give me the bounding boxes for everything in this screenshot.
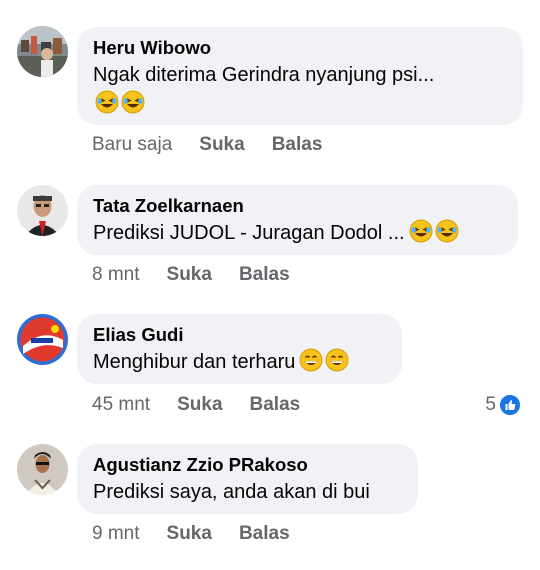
like-button[interactable]: Suka xyxy=(177,394,222,416)
comment-actions: Baru saja Suka Balas xyxy=(92,134,349,156)
comment-bubble: Elias Gudi Menghibur dan terharu xyxy=(77,314,402,384)
comment-text: Prediksi JUDOL - Juragan Dodol ... xyxy=(93,222,405,244)
comment-text: Prediksi saya, anda akan di bui xyxy=(93,481,370,503)
avatar[interactable] xyxy=(17,444,68,495)
comment-actions: 8 mnt Suka Balas xyxy=(92,264,317,286)
like-button[interactable]: Suka xyxy=(167,523,212,545)
reaction-summary[interactable]: 5 xyxy=(485,393,522,417)
grinning-emoji xyxy=(325,348,349,381)
reply-button[interactable]: Balas xyxy=(250,394,301,416)
comment-timestamp[interactable]: Baru saja xyxy=(92,134,172,156)
reply-button[interactable]: Balas xyxy=(239,264,290,286)
comment-timestamp[interactable]: 8 mnt xyxy=(92,264,140,286)
like-icon xyxy=(498,393,522,417)
comment-bubble: Agustianz Zzio PRakoso Prediksi saya, an… xyxy=(77,444,418,514)
comment-timestamp[interactable]: 9 mnt xyxy=(92,523,140,545)
comment-author[interactable]: Tata Zoelkarnaen xyxy=(93,194,502,218)
comment-bubble: Tata Zoelkarnaen Prediksi JUDOL - Juraga… xyxy=(77,185,518,255)
comment-text-row: Menghibur dan terharu xyxy=(93,347,386,381)
avatar[interactable] xyxy=(17,314,68,365)
comment-author[interactable]: Elias Gudi xyxy=(93,323,386,347)
like-button[interactable]: Suka xyxy=(199,134,244,156)
reply-button[interactable]: Balas xyxy=(239,523,290,545)
laughing-crying-emoji xyxy=(121,90,145,124)
comment-text: Menghibur dan terharu xyxy=(93,351,296,373)
laughing-crying-emoji xyxy=(95,90,119,124)
reaction-count: 5 xyxy=(485,394,496,415)
reply-button[interactable]: Balas xyxy=(272,134,323,156)
comment-author[interactable]: Agustianz Zzio PRakoso xyxy=(93,453,402,477)
comment-timestamp[interactable]: 45 mnt xyxy=(92,394,150,416)
comment-text-row: Prediksi JUDOL - Juragan Dodol ... xyxy=(93,218,502,252)
comment-actions: 9 mnt Suka Balas xyxy=(92,523,317,545)
laughing-crying-emoji xyxy=(435,219,459,252)
comment-author[interactable]: Heru Wibowo xyxy=(93,36,507,60)
laughing-crying-emoji xyxy=(409,219,433,252)
grinning-emoji xyxy=(299,348,323,381)
like-button[interactable]: Suka xyxy=(167,264,212,286)
avatar[interactable] xyxy=(17,26,68,77)
avatar[interactable] xyxy=(17,185,68,236)
comment-bubble: Heru Wibowo Ngak diterima Gerindra nyanj… xyxy=(77,27,523,125)
comment-text: Ngak diterima Gerindra nyanjung psi... xyxy=(93,64,435,86)
comment-actions: 45 mnt Suka Balas xyxy=(92,394,327,416)
